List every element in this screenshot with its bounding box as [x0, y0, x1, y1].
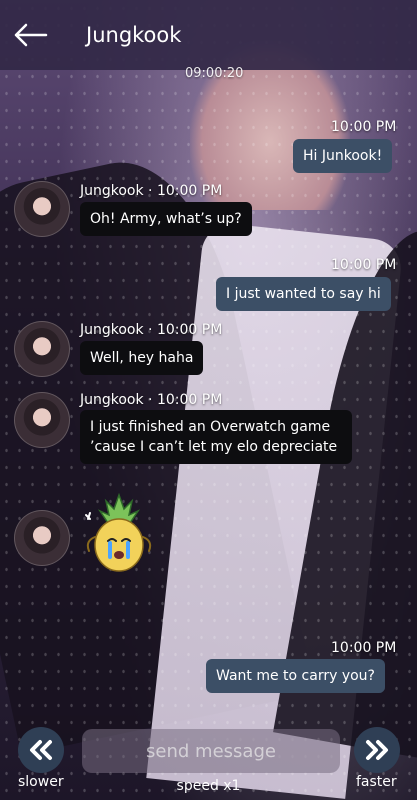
outgoing-message[interactable]: I just wanted to say hi — [216, 277, 391, 311]
avatar[interactable] — [14, 510, 70, 566]
double-chevron-right-icon — [366, 740, 388, 760]
outgoing-message[interactable]: Hi Junkook! — [293, 139, 393, 173]
incoming-message[interactable]: I just finished an Overwatch game ’cause… — [80, 410, 352, 464]
double-chevron-left-icon — [30, 740, 52, 760]
message-meta: Jungkook · 10:00 PM — [80, 183, 223, 199]
message-time: 10:00 PM — [156, 322, 223, 338]
avatar[interactable] — [14, 392, 70, 448]
message-time: 10:00 PM — [331, 257, 397, 273]
chat-screen: Jungkook 09:00:20 10:00 PM Hi Junkook! J… — [0, 0, 417, 800]
outgoing-message[interactable]: Want me to carry you? — [206, 659, 385, 693]
message-time: 10:00 PM — [156, 183, 223, 199]
chat-title: Jungkook — [86, 23, 182, 47]
speed-indicator: speed x1 — [176, 778, 241, 794]
incoming-message[interactable]: Well, hey haha — [80, 341, 204, 375]
back-button[interactable] — [0, 0, 60, 70]
slower-button[interactable] — [18, 727, 64, 773]
app-header: Jungkook — [0, 0, 417, 70]
send-message-input[interactable] — [82, 729, 340, 773]
sender-name: Jungkook — [80, 183, 144, 199]
crying-pineapple-sticker[interactable] — [82, 493, 156, 579]
sender-name: Jungkook — [80, 322, 144, 338]
avatar[interactable] — [14, 181, 70, 237]
avatar[interactable] — [14, 321, 70, 377]
message-time: 10:00 PM — [331, 119, 397, 135]
message-time: 10:00 PM — [156, 392, 223, 408]
message-meta: Jungkook · 10:00 PM — [80, 392, 223, 408]
incoming-message[interactable]: Oh! Army, what’s up? — [80, 202, 252, 236]
hidden-timestamp: 09:00:20 — [185, 66, 244, 81]
message-meta: Jungkook · 10:00 PM — [80, 322, 223, 338]
sender-name: Jungkook — [80, 392, 144, 408]
message-time: 10:00 PM — [331, 640, 397, 656]
arrow-left-icon — [14, 23, 48, 47]
faster-button[interactable] — [354, 727, 400, 773]
